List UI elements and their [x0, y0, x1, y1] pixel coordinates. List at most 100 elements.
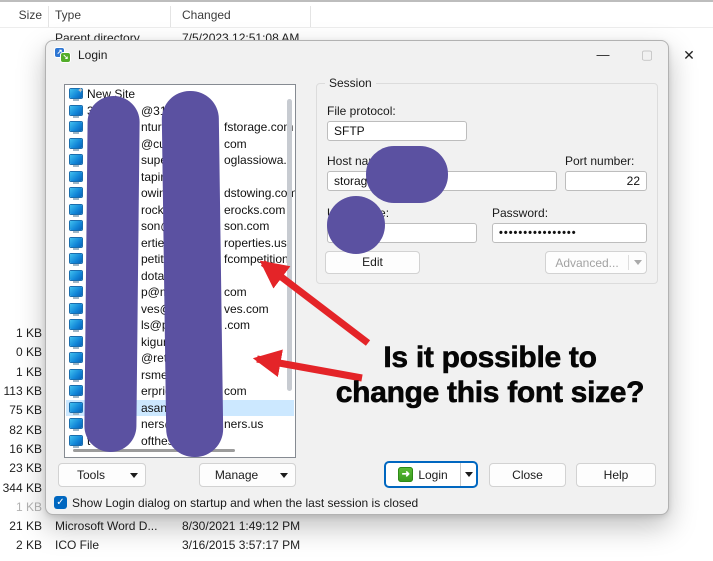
- password-input[interactable]: ••••••••••••••••: [492, 223, 647, 243]
- site-list-item[interactable]: sasantv: [66, 400, 294, 417]
- session-group: Session File protocol: SFTP Host name: s…: [316, 83, 658, 284]
- site-icon: [70, 320, 82, 329]
- show-login-checkbox-label: Show Login dialog on startup and when th…: [72, 496, 418, 510]
- file-row-type[interactable]: Microsoft Word D...: [55, 519, 157, 533]
- manage-button-label: Manage: [200, 468, 273, 482]
- site-list-item[interactable]: mp@moscom: [66, 284, 294, 301]
- chevron-down-icon[interactable]: [461, 472, 476, 477]
- site-icon: [70, 139, 82, 148]
- vertical-scrollbar[interactable]: [287, 99, 292, 391]
- login-button[interactable]: ➜ Login: [384, 461, 478, 488]
- site-list-item[interactable]: pls@pa.com: [66, 317, 294, 334]
- site-list-item[interactable]: inertiesroperties.us: [66, 235, 294, 252]
- column-header-type[interactable]: Type: [55, 8, 81, 22]
- session-group-label: Session: [325, 76, 376, 90]
- user-name-label: User name:: [327, 206, 389, 220]
- site-list-item[interactable]: tofthesu: [66, 433, 294, 450]
- site-list-item[interactable]: hrocks@erocks.com: [66, 202, 294, 219]
- file-row-changed: 3/16/2015 3:57:17 PM: [182, 538, 300, 552]
- site-icon: [70, 436, 82, 445]
- chevron-down-icon[interactable]: [273, 473, 295, 478]
- site-list-item[interactable]: c@custcom: [66, 136, 294, 153]
- site-icon: [70, 172, 82, 181]
- site-list-item[interactable]: nves@nves.com: [66, 301, 294, 318]
- port-number-input[interactable]: 22: [565, 171, 647, 191]
- manage-button[interactable]: Manage: [199, 463, 296, 487]
- edit-button[interactable]: Edit: [325, 251, 420, 274]
- site-icon: [70, 386, 82, 395]
- dialog-titlebar[interactable]: ↗↘ Login — ▢ ✕: [46, 41, 668, 69]
- chevron-down-icon[interactable]: [123, 473, 145, 478]
- column-separator: [310, 6, 311, 27]
- toolbar-edge: [0, 0, 713, 2]
- winscp-app-icon: ↗↘: [55, 48, 71, 63]
- host-name-label: Host name:: [327, 154, 388, 168]
- file-size: 0 KB: [0, 345, 42, 361]
- site-icon: [70, 238, 82, 247]
- site-icon: [70, 370, 82, 379]
- dialog-title: Login: [78, 48, 107, 62]
- site-icon: [70, 221, 82, 230]
- file-protocol-label: File protocol:: [327, 104, 396, 118]
- host-name-input[interactable]: storagein: [327, 171, 557, 191]
- column-header-size[interactable]: Size: [0, 8, 42, 22]
- site-list-item[interactable]: mpetitionfcompetition: [66, 251, 294, 268]
- file-size: 75 KB: [0, 403, 42, 419]
- file-protocol-select[interactable]: SFTP: [327, 121, 467, 141]
- file-size: 23 KB: [0, 461, 42, 477]
- tools-button-label: Tools: [59, 468, 123, 482]
- site-list-item[interactable]: mdotada: [66, 268, 294, 285]
- file-size: 82 KB: [0, 423, 42, 439]
- minimize-button[interactable]: —: [588, 41, 618, 69]
- help-button[interactable]: Help: [576, 463, 656, 487]
- file-size: 1 KB: [0, 365, 42, 381]
- file-row-changed: 8/30/2021 1:49:12 PM: [182, 519, 300, 533]
- file-size: 113 KB: [0, 384, 42, 400]
- site-icon: [70, 337, 82, 346]
- site-icon: [70, 403, 82, 412]
- user-name-input[interactable]: dh: [327, 223, 477, 243]
- site-list-item[interactable]: r@retro: [66, 350, 294, 367]
- close-button[interactable]: Close: [489, 463, 566, 487]
- site-icon: [70, 106, 82, 115]
- screenshot-root: Size Type Changed Parent directory 7/5/2…: [0, 0, 713, 561]
- horizontal-scrollbar[interactable]: [73, 449, 235, 452]
- site-icon: [70, 419, 82, 428]
- site-icon: [70, 271, 82, 280]
- site-list-item[interactable]: 313@3134r: [66, 103, 294, 120]
- login-dialog: ↗↘ Login — ▢ ✕ New Site313@3134ranturela…: [45, 40, 669, 515]
- site-list-item[interactable]: New Site: [66, 86, 294, 103]
- site-list-item[interactable]: stners@sners.us: [66, 416, 294, 433]
- chevron-down-icon[interactable]: [629, 260, 646, 265]
- maximize-button: ▢: [632, 41, 662, 69]
- port-number-label: Port number:: [565, 154, 634, 168]
- site-icon: [70, 122, 82, 131]
- site-icon: [70, 287, 82, 296]
- login-button-label: Login: [418, 468, 447, 482]
- file-row-type[interactable]: ICO File: [55, 538, 99, 552]
- site-list-item[interactable]: inson@inson.com: [66, 218, 294, 235]
- site-list-item[interactable]: dtapint: [66, 169, 294, 186]
- file-size: 1 KB: [0, 326, 42, 342]
- site-list-item[interactable]: dsuperoglassiowa.: [66, 152, 294, 169]
- site-list-item[interactable]: rsrsmech: [66, 367, 294, 384]
- login-arrow-icon: ➜: [398, 467, 413, 482]
- file-size: 16 KB: [0, 442, 42, 458]
- site-icon: [70, 205, 82, 214]
- new-site-icon: [70, 89, 82, 98]
- file-size: 2 KB: [0, 538, 42, 552]
- site-icon: [70, 304, 82, 313]
- bg-size-list: 1 KB0 KB1 KB113 KB75 KB82 KB16 KB23 KB34…: [0, 326, 42, 526]
- advanced-button[interactable]: Advanced...: [545, 251, 647, 274]
- show-login-checkbox[interactable]: ✓: [54, 496, 67, 509]
- tools-button[interactable]: Tools: [58, 463, 146, 487]
- site-list[interactable]: New Site313@3134ranturelafstorage.comc@c…: [64, 84, 296, 458]
- advanced-button-label: Advanced...: [546, 256, 628, 270]
- site-list-item[interactable]: pkigurl.c: [66, 334, 294, 351]
- close-icon[interactable]: ✕: [674, 41, 704, 69]
- site-list-item[interactable]: serpricecom: [66, 383, 294, 400]
- file-size: 21 KB: [0, 519, 42, 533]
- site-list-item[interactable]: anturelafstorage.com: [66, 119, 294, 136]
- site-list-item[interactable]: gowingdstowing.com: [66, 185, 294, 202]
- column-header-changed[interactable]: Changed: [182, 8, 231, 22]
